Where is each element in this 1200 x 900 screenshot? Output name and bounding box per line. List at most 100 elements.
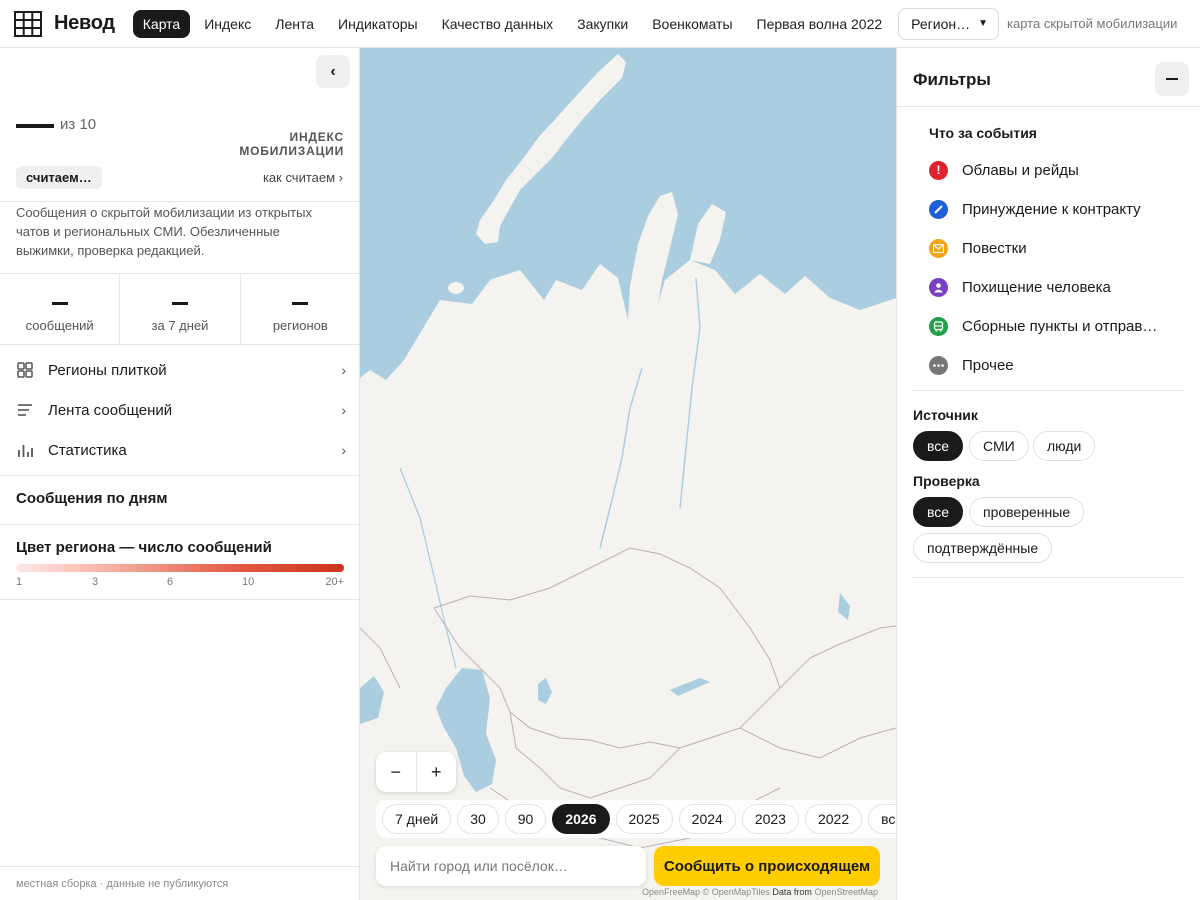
nav-item-map[interactable]: Карта xyxy=(132,9,191,38)
event-filter-abduction[interactable]: Похищение человека xyxy=(929,276,1169,298)
nav-item-index[interactable]: Индекс xyxy=(192,10,263,38)
map-attribution[interactable]: OpenFreeMap © OpenMapTiles Data from Ope… xyxy=(642,887,878,897)
color-scale-bar xyxy=(16,564,344,572)
chevron-right-icon: › xyxy=(341,362,346,378)
divider xyxy=(0,524,360,525)
event-filter-label: Облавы и рейды xyxy=(962,161,1079,179)
event-filter-label: Принуждение к контракту xyxy=(962,200,1141,218)
stat-value-placeholder xyxy=(292,302,309,305)
nav-item-procurement[interactable]: Закупки xyxy=(565,10,640,38)
bus-icon xyxy=(929,316,948,336)
zoom-in-button[interactable]: + xyxy=(417,752,457,792)
event-filter-label: Похищение человека xyxy=(962,278,1111,296)
filters-panel: Фильтры Что за события ! Облавы и рейды … xyxy=(896,48,1200,900)
lake-baikal xyxy=(838,593,850,620)
index-value-placeholder xyxy=(16,124,54,128)
chevron-right-icon: › xyxy=(341,442,346,458)
menu-item-regions-tiles[interactable]: Регионы плиткой › xyxy=(16,358,346,382)
stats-row: сообщений за 7 дней регионов xyxy=(0,274,360,344)
china-border xyxy=(739,727,896,759)
black-sea xyxy=(360,676,384,724)
verification-checked-chip[interactable]: проверенные xyxy=(969,497,1085,527)
attribution-osm[interactable]: OpenStreetMap xyxy=(814,887,878,897)
minus-icon xyxy=(1166,78,1178,80)
ob-river xyxy=(599,367,643,549)
zoom-out-button[interactable]: − xyxy=(376,752,417,792)
uzbekistan-border xyxy=(509,711,681,799)
status-badge: считаем… xyxy=(16,166,102,189)
nav-item-feed[interactable]: Лента xyxy=(263,10,326,38)
period-30-days[interactable]: 30 xyxy=(457,804,499,834)
mongolia-border xyxy=(779,625,896,689)
period-all-time[interactable]: всё в xyxy=(868,804,896,834)
volga-river xyxy=(399,467,457,669)
chevron-right-icon: › xyxy=(341,402,346,418)
yenisei-river xyxy=(679,277,701,509)
panel-description: Сообщения о скрытой мобилизации из откры… xyxy=(16,205,312,258)
attribution-tiles[interactable]: OpenFreeMap © OpenMapTiles xyxy=(642,887,770,897)
event-types-title: Что за события xyxy=(929,125,1037,141)
kolguev-island xyxy=(448,282,464,294)
event-filter-contract-coercion[interactable]: Принуждение к контракту xyxy=(929,198,1169,220)
nav-item-enlistment-offices[interactable]: Военкоматы xyxy=(640,10,744,38)
aral-sea xyxy=(538,678,552,704)
legend-tick: 10 xyxy=(242,576,255,588)
legend-tick: 6 xyxy=(167,576,174,588)
period-7-days[interactable]: 7 дней xyxy=(382,804,452,834)
zoom-control: − + xyxy=(376,752,456,792)
verification-confirmed-chip[interactable]: подтверждённые xyxy=(913,533,1053,563)
balkhash-lake xyxy=(670,678,710,696)
report-button[interactable]: Сообщить о происходящем xyxy=(654,846,880,886)
list-icon xyxy=(16,401,36,419)
envelope-icon xyxy=(929,238,948,258)
messages-by-day-title: Сообщения по дням xyxy=(16,490,168,507)
event-filter-other[interactable]: Прочее xyxy=(929,354,1169,376)
exclamation-icon: ! xyxy=(929,160,948,180)
period-2022[interactable]: 2022 xyxy=(804,804,863,834)
city-search-input[interactable] xyxy=(376,846,646,886)
arctic-ocean xyxy=(360,48,896,380)
event-filter-summons[interactable]: Повестки xyxy=(929,237,1169,259)
map-canvas[interactable]: − + 7 дней 30 90 2026 2025 2024 2023 202… xyxy=(360,48,896,900)
verification-all-chip[interactable]: все xyxy=(913,497,964,527)
collapse-panel-button[interactable]: ‹ xyxy=(316,55,350,88)
stat-label: за 7 дней xyxy=(151,318,209,333)
region-select[interactable]: Регион… ▼ xyxy=(898,7,1000,40)
period-2026[interactable]: 2026 xyxy=(552,804,610,834)
period-2023[interactable]: 2023 xyxy=(741,804,799,834)
period-90-days[interactable]: 90 xyxy=(504,804,547,834)
main-nav: Карта Индекс Лента Индикаторы Качество д… xyxy=(132,9,895,38)
divider xyxy=(0,201,360,202)
collapse-filters-button[interactable] xyxy=(1155,62,1189,96)
nav-item-indicators[interactable]: Индикаторы xyxy=(326,10,430,38)
index-scale: из 10 xyxy=(60,116,97,133)
chevron-left-icon: ‹ xyxy=(330,62,336,80)
pen-icon xyxy=(929,199,948,219)
event-filter-raids[interactable]: ! Облавы и рейды xyxy=(929,159,1169,181)
menu-item-message-feed[interactable]: Лента сообщений › xyxy=(16,398,346,422)
how-we-count-link[interactable]: как считаем › xyxy=(263,170,343,185)
divider xyxy=(0,475,360,476)
event-filter-label: Сборные пункты и отправ… xyxy=(962,317,1158,335)
filters-title: Фильтры xyxy=(913,70,991,89)
nav-item-data-quality[interactable]: Качество данных xyxy=(430,10,566,38)
period-2024[interactable]: 2024 xyxy=(678,804,736,834)
divider xyxy=(913,577,1185,578)
dots-icon xyxy=(929,355,948,375)
period-2025[interactable]: 2025 xyxy=(615,804,673,834)
source-media-chip[interactable]: СМИ xyxy=(969,431,1029,461)
stat-value-placeholder xyxy=(51,302,68,305)
stat-label: сообщений xyxy=(25,318,94,333)
region-select-value: Регион… xyxy=(911,15,971,32)
source-people-chip[interactable]: люди xyxy=(1033,431,1096,461)
index-label: ИНДЕКС МОБИЛИЗАЦИИ xyxy=(239,130,344,158)
nav-item-first-wave-2022[interactable]: Первая волна 2022 xyxy=(745,10,895,38)
top-navigation-bar: Невод Карта Индекс Лента Индикаторы Каче… xyxy=(0,0,1200,48)
source-all-chip[interactable]: все xyxy=(913,431,964,461)
stat-value-placeholder xyxy=(171,302,188,305)
event-filter-assembly-points[interactable]: Сборные пункты и отправ… xyxy=(929,315,1169,337)
menu-item-statistics[interactable]: Статистика › xyxy=(16,438,346,462)
chevron-down-icon: ▼ xyxy=(978,18,989,29)
logo[interactable]: Невод xyxy=(0,10,115,37)
legend-tick: 20+ xyxy=(325,576,344,588)
